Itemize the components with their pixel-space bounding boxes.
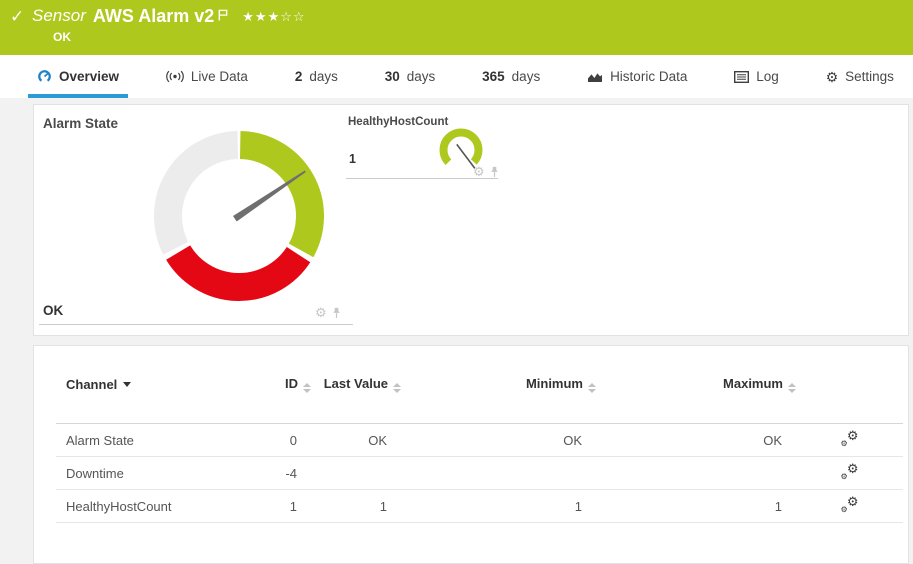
tab-log[interactable]: Log bbox=[725, 55, 788, 98]
gauge-segment-idle-gray bbox=[168, 145, 238, 248]
table-row-alarm-state: Alarm State0OKOKOK⚙⚙ bbox=[56, 424, 903, 457]
gauge-segment-ok-green bbox=[240, 145, 310, 250]
tab-settings[interactable]: ⚙ Settings bbox=[817, 55, 903, 98]
page-title: AWS Alarm v2 bbox=[93, 6, 214, 26]
secondary-panel-tools: ⚙ bbox=[473, 165, 499, 178]
tab-number: 30 bbox=[385, 69, 400, 84]
row-actions-cell: ⚙⚙ bbox=[796, 424, 903, 457]
value-cell bbox=[311, 457, 401, 490]
column-label: ID bbox=[285, 376, 298, 391]
column-label: Last Value bbox=[324, 376, 388, 391]
value-cell: 0 bbox=[251, 424, 311, 457]
sensor-kind-label: Sensor bbox=[32, 6, 86, 26]
tab-label: days bbox=[512, 69, 541, 84]
pin-icon[interactable] bbox=[490, 166, 499, 178]
value-cell: 1 bbox=[596, 490, 796, 523]
tab-historic-data[interactable]: Historic Data bbox=[578, 55, 696, 98]
sort-icon bbox=[588, 383, 596, 393]
column-header-actions bbox=[796, 346, 903, 424]
value-cell: 1 bbox=[251, 490, 311, 523]
tab-30-days[interactable]: 30 days bbox=[376, 55, 445, 98]
value-cell: OK bbox=[311, 424, 401, 457]
gauge-icon bbox=[37, 69, 52, 84]
tab-2-days[interactable]: 2 days bbox=[286, 55, 347, 98]
tab-label: days bbox=[407, 69, 436, 84]
log-icon bbox=[734, 71, 749, 83]
check-icon: ✓ bbox=[10, 7, 32, 27]
channel-table-body: Alarm State0OKOKOK⚙⚙Downtime-4⚙⚙HealthyH… bbox=[56, 424, 903, 523]
secondary-gauge-value: 1 bbox=[349, 152, 356, 166]
sort-icon bbox=[303, 383, 311, 393]
channel-name-cell[interactable]: HealthyHostCount bbox=[56, 490, 251, 523]
star-filled-icon[interactable]: ★ bbox=[242, 9, 255, 24]
value-cell: 1 bbox=[311, 490, 401, 523]
column-label: Minimum bbox=[526, 376, 583, 391]
tab-label: Overview bbox=[59, 69, 119, 84]
star-filled-icon[interactable]: ★ bbox=[255, 9, 268, 24]
sort-icon bbox=[788, 383, 796, 393]
primary-gauge-value: OK bbox=[43, 303, 63, 318]
channel-table-header: Channel ID Last Value Minimum Maximum bbox=[56, 346, 903, 424]
table-row-downtime: Downtime-4 ⚙⚙ bbox=[56, 457, 903, 490]
primary-panel-underline bbox=[39, 324, 353, 325]
tab-overview[interactable]: Overview bbox=[28, 55, 128, 98]
historic-data-icon bbox=[587, 71, 603, 83]
primary-panel-tools: ⚙ bbox=[315, 306, 341, 319]
channel-table-card: Channel ID Last Value Minimum Maximum Alarm … bbox=[33, 345, 909, 564]
status-badge: OK bbox=[32, 30, 306, 44]
tab-bar: Overview Live Data 2 days 30 days 365 days Histo… bbox=[0, 55, 913, 98]
gauge-card: Alarm State OK ⚙ HealthyHostCount 1 ⚙ bbox=[33, 104, 909, 336]
tab-label: days bbox=[309, 69, 338, 84]
settings-icon: ⚙ bbox=[826, 70, 839, 84]
gauge-segment-error-red bbox=[178, 253, 298, 287]
star-rating[interactable]: ★★★☆☆ bbox=[242, 7, 305, 27]
value-cell bbox=[401, 457, 596, 490]
secondary-panel-underline bbox=[346, 178, 498, 179]
gear-icon[interactable]: ⚙ bbox=[315, 306, 327, 319]
sort-desc-icon bbox=[123, 382, 131, 387]
table-row-healthyhostcount: HealthyHostCount1111⚙⚙ bbox=[56, 490, 903, 523]
sensor-header: ✓ Sensor AWS Alarm v2 ★★★☆☆ OK bbox=[0, 0, 913, 55]
tab-number: 2 bbox=[295, 69, 303, 84]
tab-label: Settings bbox=[845, 69, 894, 84]
column-header-maximum[interactable]: Maximum bbox=[596, 346, 796, 424]
primary-gauge-title: Alarm State bbox=[43, 116, 118, 131]
row-actions-cell: ⚙⚙ bbox=[796, 490, 903, 523]
alarm-state-gauge bbox=[151, 128, 327, 304]
channel-settings-gears-icon[interactable]: ⚙⚙ bbox=[841, 464, 859, 480]
live-data-icon bbox=[166, 70, 184, 83]
tab-label: Historic Data bbox=[610, 69, 687, 84]
value-cell: -4 bbox=[251, 457, 311, 490]
sort-icon bbox=[393, 383, 401, 393]
tab-label: Live Data bbox=[191, 69, 248, 84]
column-header-minimum[interactable]: Minimum bbox=[401, 346, 596, 424]
channel-settings-gears-icon[interactable]: ⚙⚙ bbox=[841, 497, 859, 513]
tab-live-data[interactable]: Live Data bbox=[157, 55, 257, 98]
value-cell bbox=[596, 457, 796, 490]
value-cell: OK bbox=[401, 424, 596, 457]
column-header-last-value[interactable]: Last Value bbox=[311, 346, 401, 424]
gear-icon[interactable]: ⚙ bbox=[473, 165, 485, 178]
secondary-gauge-title: HealthyHostCount bbox=[348, 116, 448, 128]
row-actions-cell: ⚙⚙ bbox=[796, 457, 903, 490]
column-label: Maximum bbox=[723, 376, 783, 391]
channel-table: Channel ID Last Value Minimum Maximum Alarm … bbox=[56, 346, 903, 523]
tab-365-days[interactable]: 365 days bbox=[473, 55, 549, 98]
pin-icon[interactable] bbox=[332, 307, 341, 319]
value-cell: 1 bbox=[401, 490, 596, 523]
tab-label: Log bbox=[756, 69, 779, 84]
star-empty-icon[interactable]: ☆ bbox=[280, 9, 293, 24]
tab-number: 365 bbox=[482, 69, 505, 84]
gauge-segment-ok-green bbox=[443, 133, 478, 163]
star-filled-icon[interactable]: ★ bbox=[268, 9, 281, 24]
channel-settings-gears-icon[interactable]: ⚙⚙ bbox=[841, 431, 859, 447]
value-cell: OK bbox=[596, 424, 796, 457]
column-header-channel[interactable]: Channel bbox=[56, 346, 251, 424]
column-header-id[interactable]: ID bbox=[251, 346, 311, 424]
flag-icon bbox=[218, 7, 228, 27]
channel-name-cell[interactable]: Downtime bbox=[56, 457, 251, 490]
star-empty-icon[interactable]: ☆ bbox=[293, 9, 306, 24]
channel-name-cell[interactable]: Alarm State bbox=[56, 424, 251, 457]
column-label: Channel bbox=[66, 377, 117, 392]
